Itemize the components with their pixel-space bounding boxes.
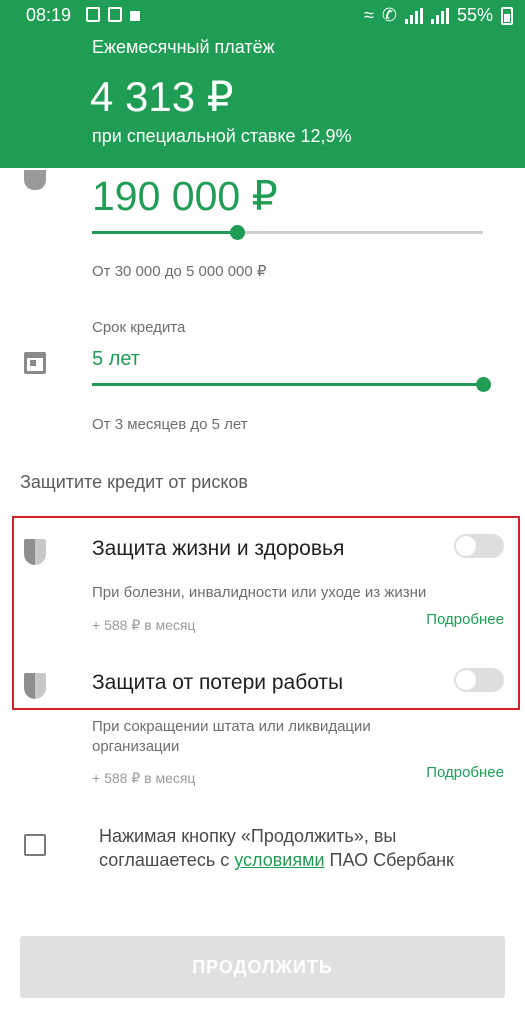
loan-amount-value[interactable]: 190 000 ₽ (92, 172, 278, 220)
message-icon (108, 7, 122, 22)
toggle-knob (456, 670, 476, 690)
job-insurance-toggle[interactable] (454, 668, 504, 692)
terms-link[interactable]: условиями (234, 850, 324, 870)
battery-icon (501, 6, 513, 25)
status-bar: 08:19 ≈ ✆ 55% (0, 0, 525, 30)
loan-slider-thumb[interactable] (229, 225, 245, 240)
agreement-checkbox[interactable] (24, 834, 46, 856)
status-time: 08:19 (26, 5, 72, 25)
job-insurance-description: При сокращении штата или ликвидации орга… (92, 718, 371, 755)
agreement-text-after: ПАО Сбербанк (324, 850, 454, 870)
money-bag-icon (24, 170, 46, 190)
job-insurance-more-link[interactable]: Подробнее (426, 764, 504, 781)
term-slider[interactable] (92, 377, 491, 392)
job-insurance-title: Защита от потери работы (92, 671, 344, 694)
term-range-hint: От 3 месяцев до 5 лет (92, 416, 248, 433)
special-rate-text: при специальной ставке 12,9% (92, 126, 352, 146)
signal-icon (404, 7, 423, 24)
loan-amount-slider[interactable] (92, 225, 483, 240)
loan-slider-fill (92, 231, 237, 234)
toggle-knob (456, 536, 476, 556)
life-insurance-more-link[interactable]: Подробнее (426, 611, 504, 628)
agreement-text: Нажимая кнопку «Продолжить», вы соглашае… (99, 824, 499, 872)
term-slider-thumb[interactable] (476, 377, 491, 392)
shield-icon (24, 539, 46, 565)
lock-icon (130, 11, 140, 21)
term-value[interactable]: 5 лет (92, 348, 140, 371)
call-icon: ✆ (381, 5, 397, 25)
status-notification-icons (86, 7, 140, 22)
life-insurance-toggle[interactable] (454, 534, 504, 558)
term-slider-fill (92, 383, 483, 386)
payment-header: Ежемесячный платёж 4 313 ₽ при специальн… (0, 30, 525, 168)
life-insurance-description: При болезни, инвалидности или уходе из ж… (92, 584, 427, 601)
monthly-payment-label: Ежемесячный платёж (92, 37, 275, 57)
wifi-icon: ≈ (363, 5, 374, 25)
status-system-icons: ≈ ✆ 55% (364, 5, 513, 26)
loan-range-hint: От 30 000 до 5 000 000 ₽ (92, 263, 267, 280)
signal-icon-2 (430, 7, 449, 24)
calendar-icon (24, 352, 46, 374)
job-insurance-price: + 588 ₽ в месяц (92, 770, 196, 786)
life-insurance-price: + 588 ₽ в месяц (92, 617, 196, 633)
battery-percent: 55% (456, 5, 493, 25)
notification-icon (86, 7, 100, 22)
term-label: Срок кредита (92, 319, 186, 336)
monthly-payment-amount: 4 313 ₽ (90, 73, 234, 120)
life-insurance-title: Защита жизни и здоровья (92, 537, 345, 560)
protection-section-title: Защитите кредит от рисков (20, 472, 248, 492)
shield-icon (24, 673, 46, 699)
continue-button[interactable]: ПРОДОЛЖИТЬ (20, 936, 505, 998)
